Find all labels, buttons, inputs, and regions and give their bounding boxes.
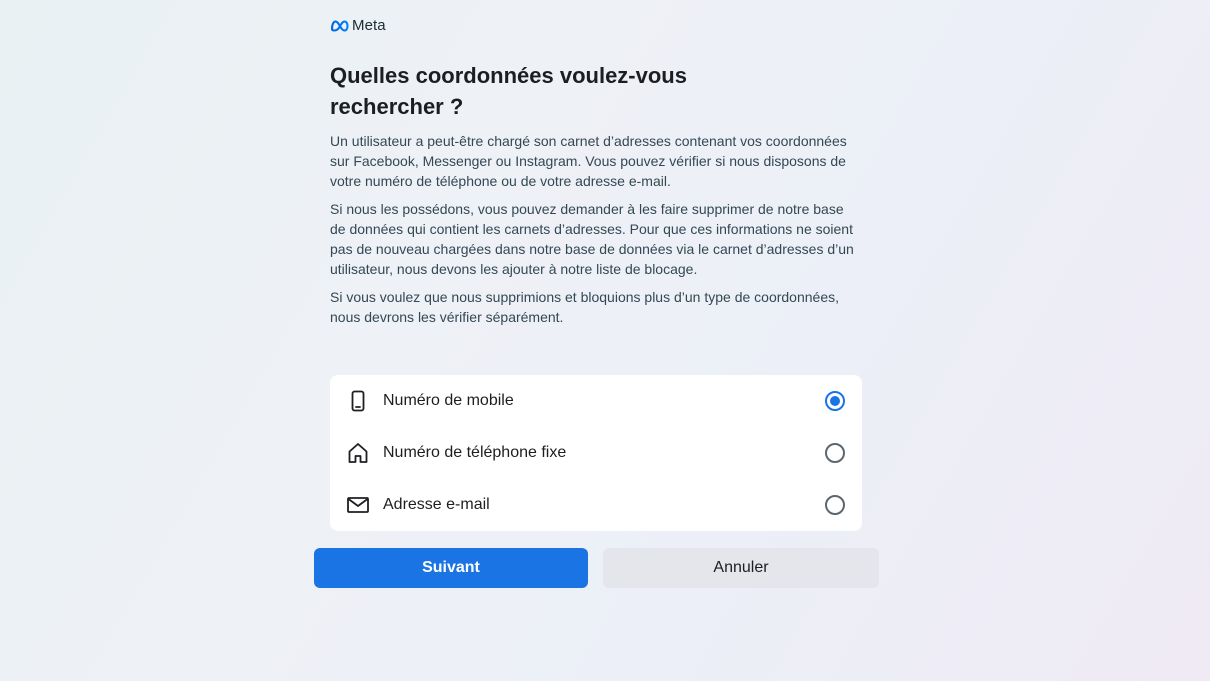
option-landline-number[interactable]: Numéro de téléphone fixe (330, 427, 862, 479)
option-landline-number-radio[interactable] (825, 443, 845, 463)
next-button[interactable]: Suivant (314, 548, 588, 588)
page-title: Quelles coordonnées voulez-vous recherch… (330, 63, 687, 119)
option-email-address[interactable]: Adresse e-mail (330, 479, 862, 531)
cancel-button[interactable]: Annuler (603, 548, 879, 588)
description-paragraph-1: Un utilisateur a peut-être chargé son ca… (330, 133, 847, 189)
mobile-phone-icon (346, 389, 370, 413)
meta-infinity-logo-icon (330, 19, 349, 32)
meta-wordmark: Meta (352, 17, 386, 34)
home-icon (346, 441, 370, 465)
description-paragraph-2: Si nous les possédons, vous pouvez deman… (330, 201, 854, 277)
option-email-address-radio[interactable] (825, 495, 845, 515)
meta-logo: Meta (330, 17, 386, 34)
option-mobile-number-radio[interactable] (825, 391, 845, 411)
envelope-icon (346, 493, 370, 517)
contact-type-options: Numéro de mobile Numéro de téléphone fix… (330, 375, 862, 531)
option-landline-number-label: Numéro de téléphone fixe (383, 444, 567, 461)
option-mobile-number[interactable]: Numéro de mobile (330, 375, 862, 427)
option-mobile-number-label: Numéro de mobile (383, 392, 514, 409)
description-paragraph-3: Si vous voulez que nous supprimions et b… (330, 289, 839, 325)
option-email-address-label: Adresse e-mail (383, 496, 490, 513)
